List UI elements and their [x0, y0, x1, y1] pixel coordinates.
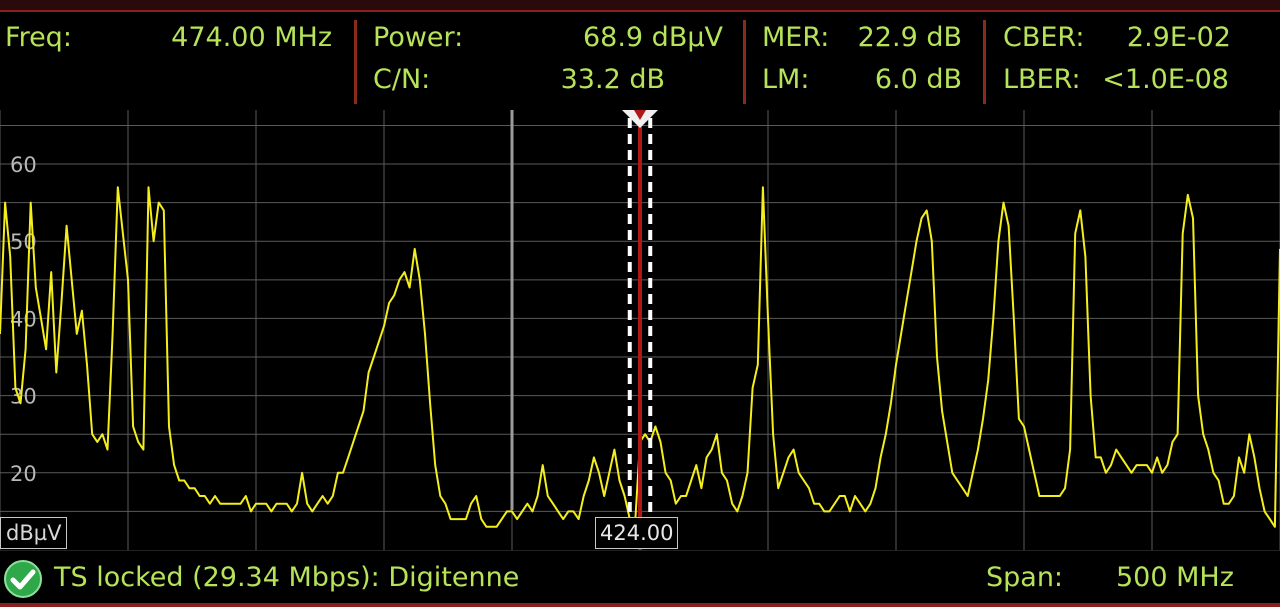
span-label: Span: [986, 562, 1064, 593]
y-tick-label: 60 [10, 153, 37, 177]
readout-divider [354, 20, 357, 104]
window-top-strip [0, 0, 1280, 12]
ts-lock-status: TS locked (29.34 Mbps): Digitenne [54, 562, 520, 593]
cber-label: CBER: [1003, 22, 1085, 53]
cber-value: 2.9E-02 [1126, 22, 1231, 53]
power-label: Power: [373, 22, 464, 53]
spectrum-svg[interactable]: 2030405060 [0, 110, 1280, 550]
scale-unit-label: dBµV [0, 517, 68, 549]
y-tick-label: 20 [10, 462, 37, 486]
check-circle-icon [4, 560, 42, 598]
mer-value: 22.9 dB [857, 22, 962, 53]
readout-divider [983, 20, 986, 104]
power-value: 68.9 dBµV [582, 22, 723, 53]
y-tick-label: 30 [10, 385, 37, 409]
lber-label: LBER: [1003, 64, 1081, 95]
lm-value: 6.0 dB [874, 64, 962, 95]
cn-value: 33.2 dB [560, 64, 665, 95]
bottom-border [0, 603, 1280, 607]
status-bar: TS locked (29.34 Mbps): Digitenne Span: … [0, 550, 1280, 607]
cursor-frequency-label: 424.00 [595, 517, 679, 549]
lber-value: <1.0E-08 [1102, 64, 1229, 95]
lm-label: LM: [762, 64, 810, 95]
freq-label: Freq: [5, 22, 72, 53]
mer-label: MER: [762, 22, 830, 53]
readout-divider [743, 20, 746, 104]
measurement-readout: Freq: 474.00 MHz Power: 68.9 dBµV C/N: 3… [0, 12, 1280, 109]
cn-label: C/N: [373, 64, 431, 95]
freq-value: 474.00 MHz [171, 22, 332, 53]
spectrum-plot[interactable]: 20 30 40 50 60 dBµV 424.00 [0, 110, 1280, 550]
span-value[interactable]: 500 MHz [1116, 564, 1234, 591]
